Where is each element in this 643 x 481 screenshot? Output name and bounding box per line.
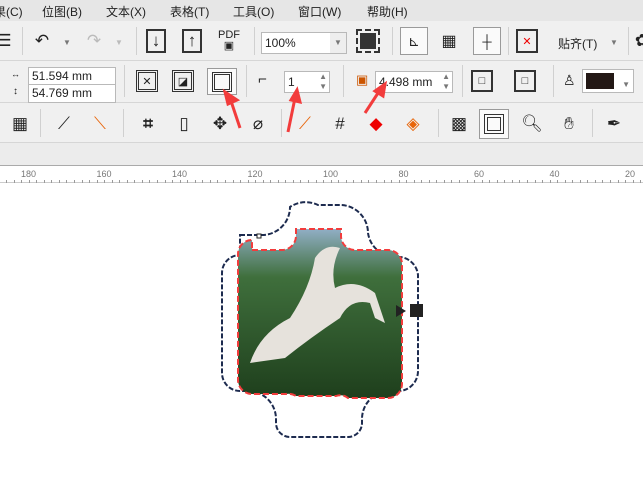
spin-buttons[interactable]: ▲ ▼ [442,72,450,92]
menu-table[interactable]: 表格(T) [170,3,209,20]
snap-to-dropdown[interactable]: 贴齐(T) [558,35,597,52]
undo-dropdown-icon[interactable]: ▼ [63,38,71,47]
pan-tool-icon[interactable]: ✋︎ [557,112,581,136]
outline-color-swatch [586,73,614,89]
show-grid-icon[interactable]: ▦ [437,29,461,53]
pen-tool-icon[interactable]: ✒ [602,112,626,136]
document-tab-area [0,143,643,165]
contour-offset-icon: ▣ [356,72,369,87]
dimension-tool-icon[interactable]: ⟋ [52,112,76,136]
show-rulers-icon[interactable]: ⊾ [400,27,428,55]
snap-off-icon[interactable]: ✕ [516,29,538,53]
contour-outside-button[interactable] [207,68,237,95]
smart-fill-tool-icon[interactable]: ◈ [401,112,425,136]
mesh-fill-tool-icon[interactable]: # [328,112,352,136]
spin-buttons[interactable]: ▲ ▼ [319,72,327,92]
chevron-down-icon[interactable]: ▼ [330,33,346,53]
contour-color-acceleration-icon[interactable]: □ [514,70,536,92]
snap-dropdown-icon[interactable]: ▼ [610,38,618,47]
options-icon[interactable]: ☰ [0,29,16,53]
menu-effects[interactable]: 果(C) [0,3,23,20]
import-icon[interactable]: ↓ [146,29,166,53]
menu-tools[interactable]: 工具(O) [233,3,274,20]
contour-corners-icon[interactable]: □ [471,70,493,92]
table-tool-icon[interactable]: ▦ [8,112,32,136]
offset-value: 4.498 mm [379,75,433,89]
interactive-fill-tool-icon[interactable]: ◆ [364,112,388,136]
undo-icon[interactable]: ↶ [30,29,54,53]
contour-inside-icon[interactable]: ◪ [172,70,194,92]
settings-icon[interactable]: ✿ [630,29,643,53]
ruler-tick-label: 100 [323,169,339,179]
ruler-tick-label: 60 [474,169,485,179]
width-icon: ↔ [11,69,20,79]
contour-tool-icon [484,114,504,134]
connector-tool-icon[interactable]: ⟍ [88,112,112,136]
ruler-tick-label: 120 [247,169,263,179]
redo-icon[interactable]: ↷ [82,29,106,53]
ruler-tick-label: 180 [21,169,37,179]
height-input[interactable]: 54.769 mm [28,84,116,103]
transform-tool-icon[interactable]: ✥ [208,112,232,136]
contour-outside-icon [212,71,232,92]
contour-end-handle[interactable] [410,304,423,317]
outline-pen-icon: ♙ [563,72,576,88]
contour-tool-button[interactable] [479,109,509,139]
menu-bar: 果(C) 位图(B) 文本(X) 表格(T) 工具(O) 窗口(W) 帮助(H) [0,0,643,21]
full-screen-icon[interactable] [356,29,380,53]
zoom-level-value: 100% [265,36,296,50]
eyedropper-tool-icon[interactable]: ⟋ [293,112,317,136]
export-pdf-button[interactable]: PDF ▣ [218,30,240,52]
node-handle[interactable] [256,233,262,239]
menu-window[interactable]: 窗口(W) [298,3,341,20]
zoom-level-select[interactable]: 100% ▼ [261,32,347,54]
menu-help[interactable]: 帮助(H) [367,3,408,20]
menu-bitmap[interactable]: 位图(B) [42,3,82,20]
contour-steps-icon: ⌐ [258,71,267,88]
outline-color-picker[interactable]: ▼ [582,69,634,93]
horizontal-ruler[interactable]: 180 160 140 120 100 80 60 40 20 [0,165,643,183]
ruler-tick-label: 140 [172,169,188,179]
contour-offset-input[interactable]: 4.498 mm ▲ ▼ [375,71,453,93]
transparency-tool-icon[interactable]: ▩ [447,112,471,136]
export-icon[interactable]: ↑ [182,29,202,53]
contour-to-center-icon[interactable]: ✕ [136,70,158,92]
ruler-tick-label: 160 [96,169,112,179]
redo-dropdown-icon[interactable]: ▼ [115,38,123,47]
show-guidelines-icon[interactable]: ┼ [473,27,501,55]
zoom-tool-icon[interactable]: 🔍︎ [520,112,544,136]
contour-steps-input[interactable]: 1 ▲ ▼ [284,71,330,93]
ruler-tick-label: 80 [398,169,409,179]
ruler-tick-label: 40 [549,169,560,179]
crop-tool-icon[interactable]: ⌗ [136,112,160,136]
eraser-tool-icon[interactable]: ▯ [172,112,196,136]
standard-toolbar: ☰ ↶ ▼ ↷ ▼ ↓ ↑ PDF ▣ 100% ▼ ⊾ ▦ ┼ ✕ 贴齐(T) ▼… [0,21,643,61]
property-bar: ↔ ↕ 51.594 mm 54.769 mm ✕ ◪ ⌐ 1 ▲ ▼ ▣ 4.49… [0,61,643,103]
chevron-down-icon[interactable]: ▼ [622,76,630,93]
drawing-canvas[interactable] [0,183,643,481]
pdf-label: PDF [218,29,240,41]
toolbox: ▦ ⟋ ⟍ ⌗ ▯ ✥ ⌀ ⟋ # ◆ ◈ ▩ 🔍︎ ✋︎ ✒ [0,103,643,143]
steps-value: 1 [288,75,295,89]
height-icon: ↕ [13,86,18,97]
ruler-tick-label: 20 [625,169,636,179]
blend-tool-icon[interactable]: ⌀ [246,112,270,136]
menu-text[interactable]: 文本(X) [106,3,146,20]
